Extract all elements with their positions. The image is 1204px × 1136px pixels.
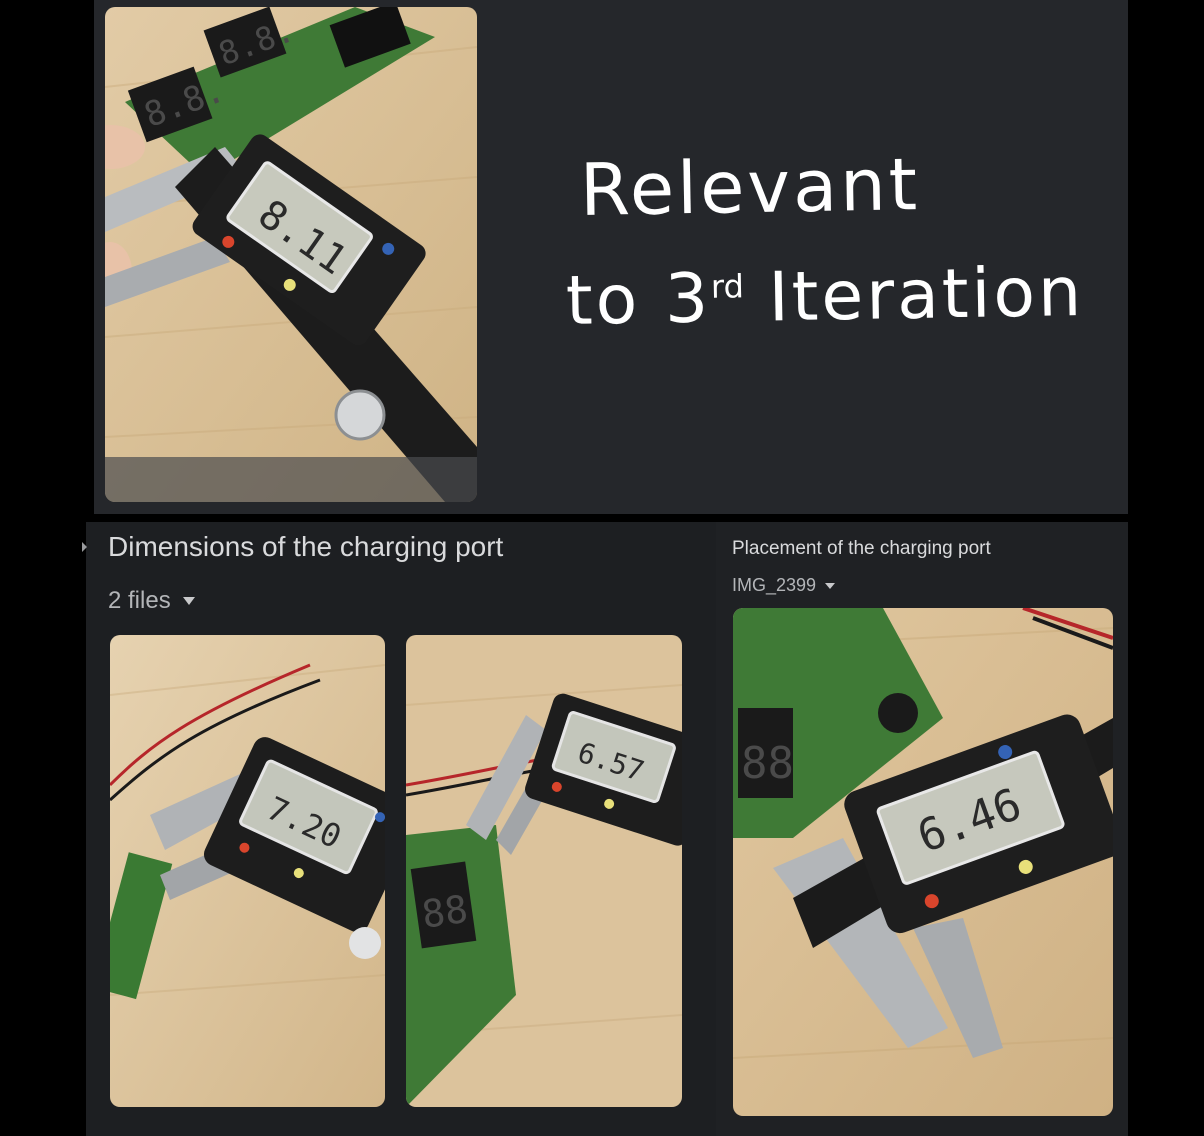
note-line1-text: Relevant xyxy=(579,142,921,232)
image-file-dropdown[interactable]: IMG_2399 xyxy=(732,575,836,596)
dropdown-caret-icon xyxy=(182,597,195,605)
caliper-photo-left[interactable]: 7.20 xyxy=(110,635,385,1107)
note-line2-sup: rd xyxy=(710,267,745,306)
placement-section-title: Placement of the charging port xyxy=(732,538,991,559)
handwritten-note-line2: to 3rd Iteration xyxy=(565,253,1084,341)
files-count-dropdown[interactable]: 2 files xyxy=(108,587,195,615)
caliper-photo-right[interactable]: 88 6.46 xyxy=(733,608,1113,1116)
svg-text:88: 88 xyxy=(741,738,794,789)
handwritten-note-line1: Relevant xyxy=(579,142,920,232)
dimensions-section-title: Dimensions of the charging port xyxy=(108,531,504,562)
note-line2-prefix: to 3 xyxy=(565,259,712,341)
caliper-photo-middle[interactable]: 88 6.57 xyxy=(406,635,682,1107)
caliper-photo-top[interactable]: 8.8. 8.8. 8.11 xyxy=(105,7,477,502)
svg-text:88: 88 xyxy=(419,887,470,937)
dropdown-caret-icon xyxy=(825,582,836,589)
image-file-label: IMG_2399 xyxy=(732,575,817,595)
files-count-label: 2 files xyxy=(108,587,171,614)
collapse-caret-icon[interactable] xyxy=(80,540,88,554)
note-line2-suffix: Iteration xyxy=(743,252,1085,338)
